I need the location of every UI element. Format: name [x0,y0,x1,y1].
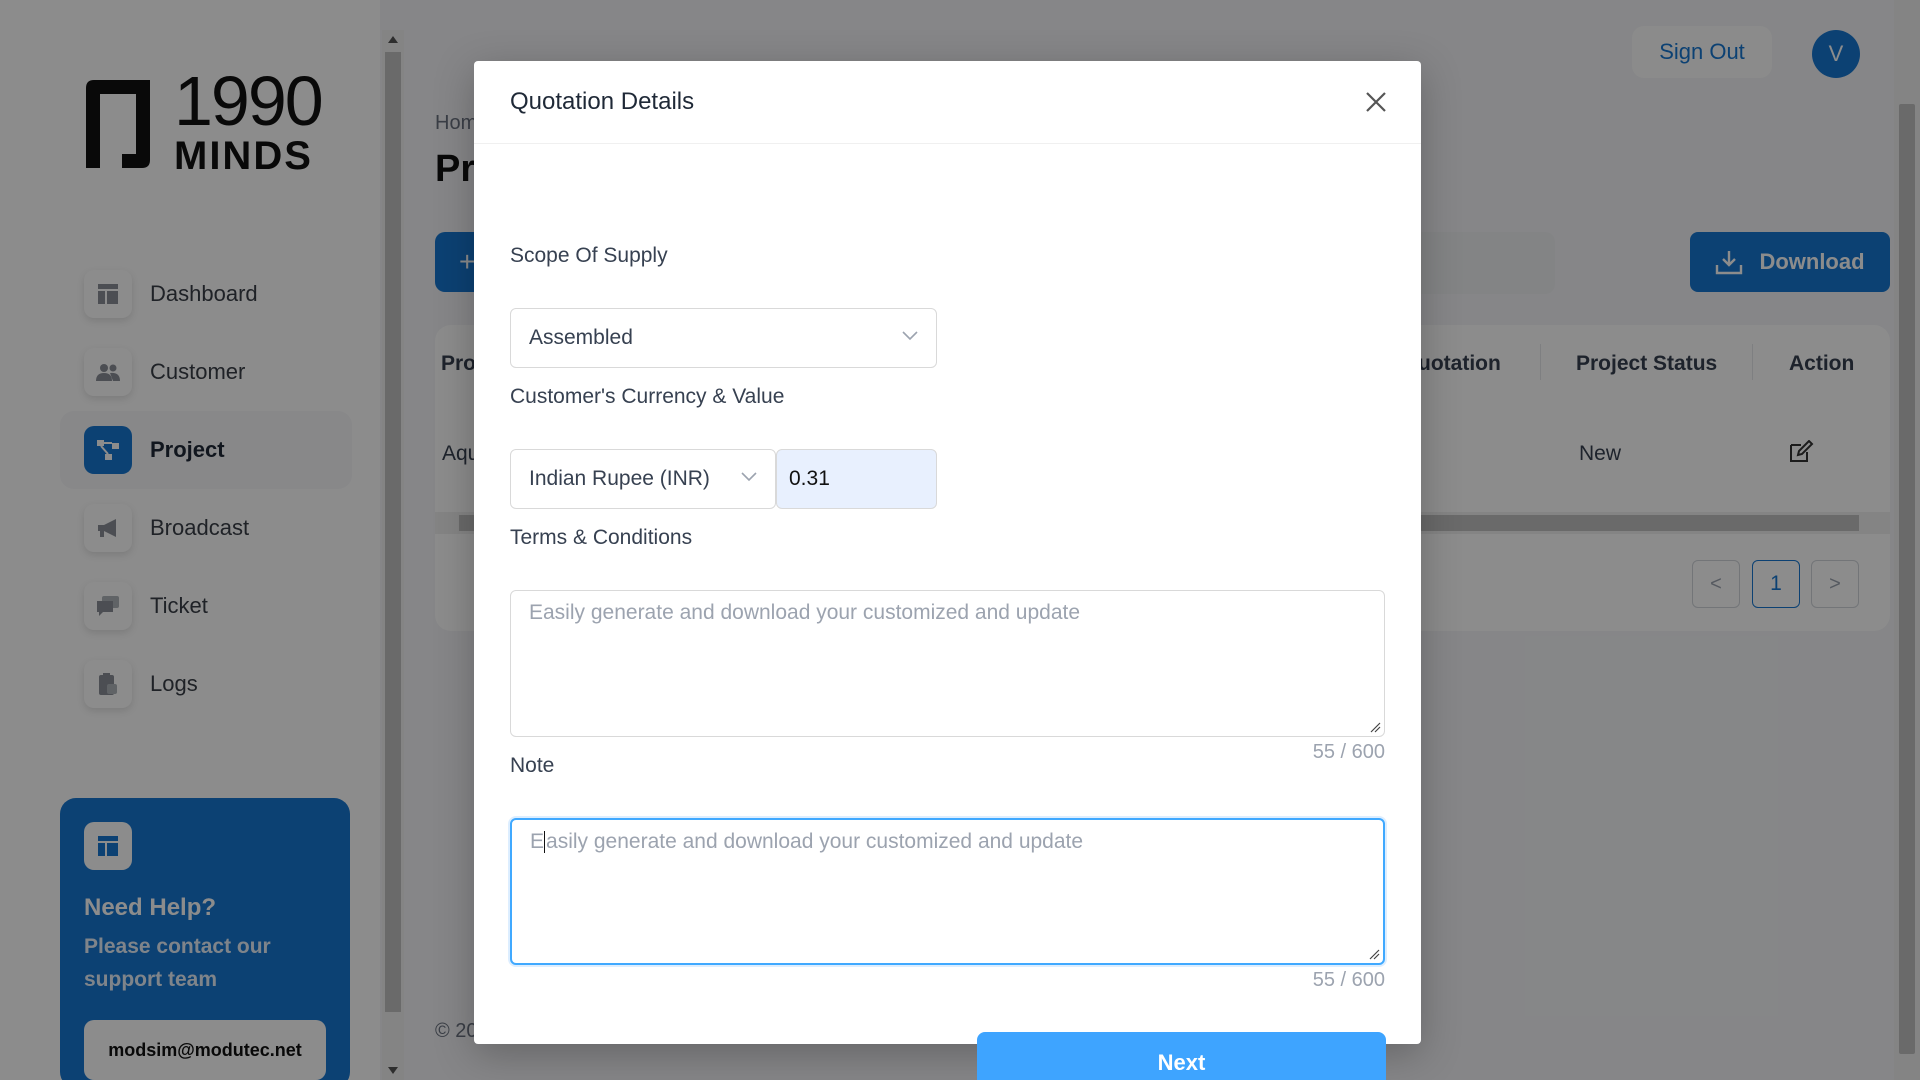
close-icon[interactable] [1363,89,1389,115]
note-value-first: E [530,830,545,853]
currency-select[interactable]: Indian Rupee (INR) [510,449,776,509]
modal-title: Quotation Details [510,88,695,115]
currency-amount-input[interactable]: 0.31 [776,449,937,509]
text-caret [544,831,546,854]
terms-character-counter: 55 / 600 [1312,741,1385,763]
scope-of-supply-label: Scope Of Supply [510,244,668,267]
modal-header: Quotation Details [474,61,1421,144]
note-value-rest: asily generate and download your customi… [546,830,1084,853]
chevron-down-icon [902,331,918,341]
note-character-counter: 55 / 600 [1312,969,1385,991]
currency-value-label: Customer's Currency & Value [510,385,785,408]
next-button[interactable]: Next [977,1032,1386,1080]
quotation-details-modal: Quotation Details Scope Of Supply Assemb… [474,61,1421,1080]
scope-of-supply-value: Assembled [529,326,633,349]
currency-value: Indian Rupee (INR) [529,467,710,490]
chevron-down-icon [741,472,757,482]
terms-conditions-textarea[interactable]: Easily generate and download your custom… [510,590,1385,737]
currency-amount-value: 0.31 [789,467,830,490]
resize-handle-icon[interactable] [1368,948,1380,960]
terms-conditions-label: Terms & Conditions [510,526,693,549]
note-label: Note [510,754,555,777]
terms-conditions-value: Easily generate and download your custom… [529,601,1081,624]
note-textarea[interactable]: Easily generate and download your custom… [510,818,1385,965]
scope-of-supply-select[interactable]: Assembled [510,308,937,368]
resize-handle-icon[interactable] [1369,721,1381,733]
